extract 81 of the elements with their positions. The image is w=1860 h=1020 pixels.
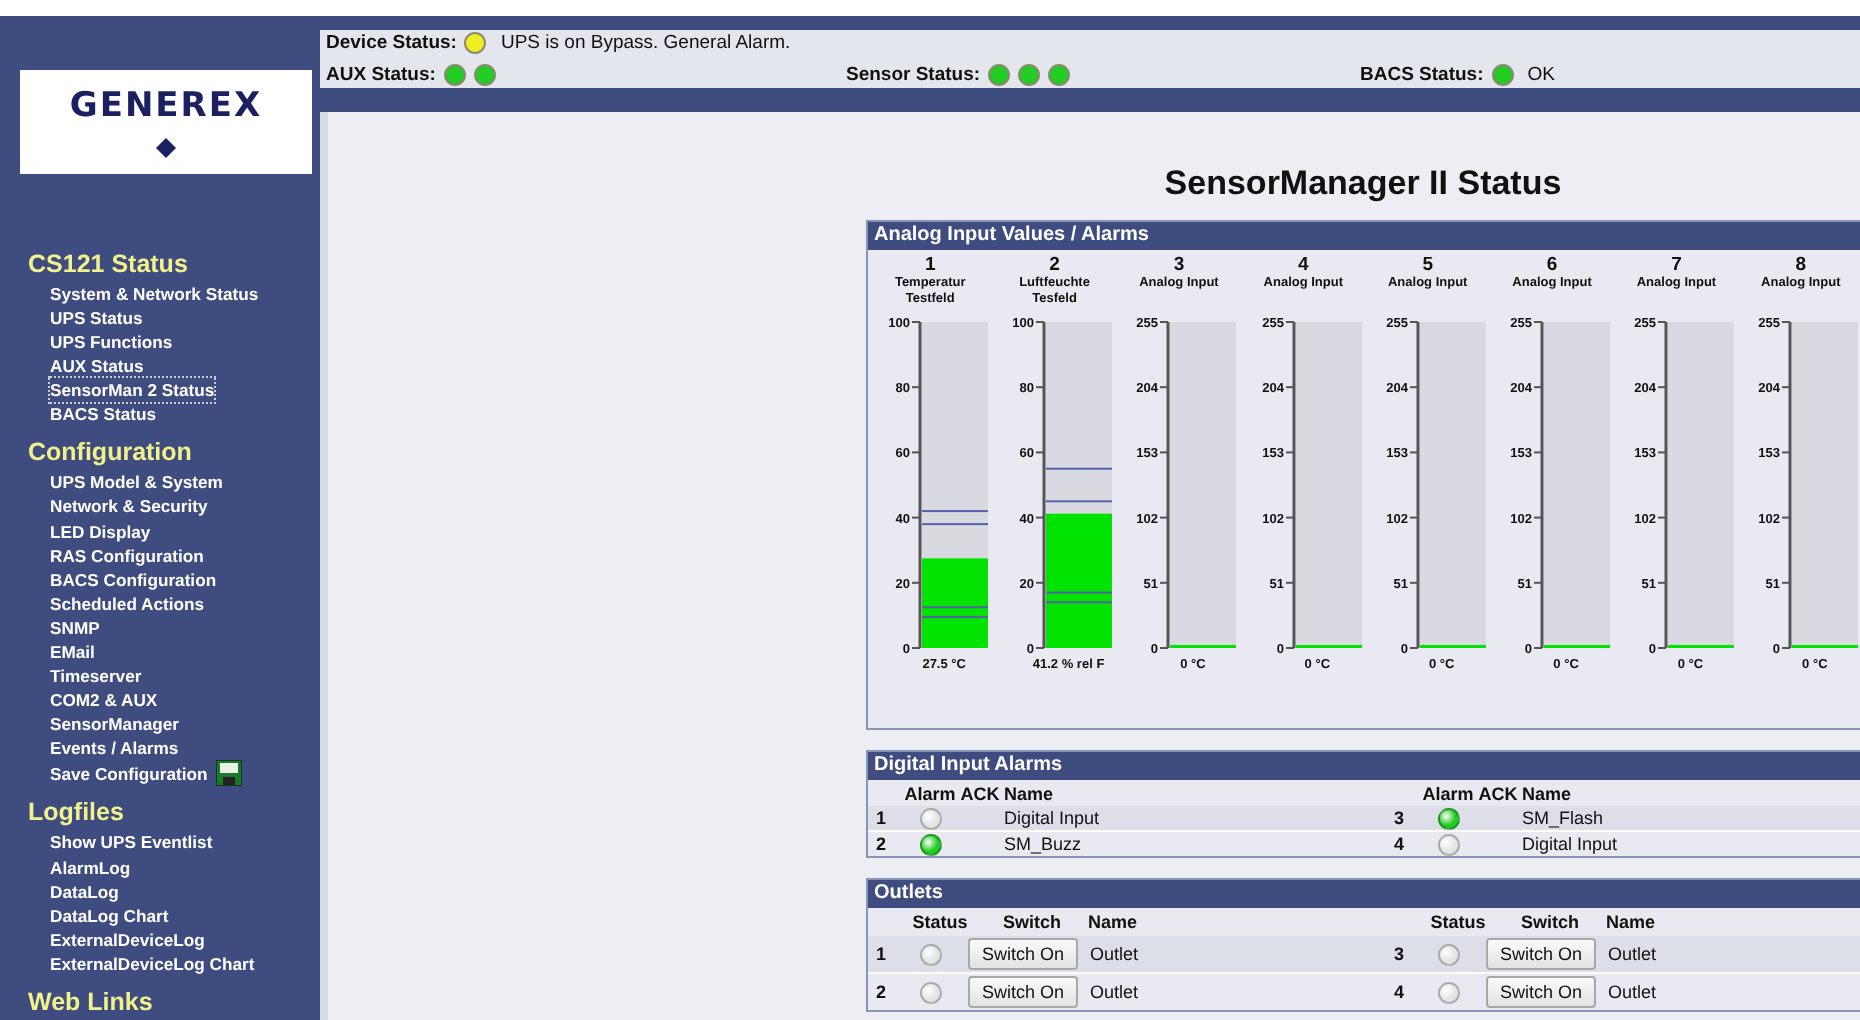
sidebar-heading: Logfiles <box>28 798 124 827</box>
sidebar-link[interactable]: Events / Alarms <box>50 736 179 761</box>
sidebar-link[interactable]: SensorManager <box>50 712 179 737</box>
row-number: 1 <box>874 944 889 964</box>
logo-text: GENEREX <box>69 85 263 126</box>
switch-on-button[interactable]: Switch On <box>968 976 1079 1008</box>
column-header: Name <box>1004 783 1056 803</box>
input-number: 6 <box>1546 254 1558 276</box>
sidebar-link[interactable]: BACS Status <box>50 402 157 427</box>
sidebar-link[interactable]: AUX Status <box>50 354 144 379</box>
input-number: 1 <box>924 254 936 276</box>
input-number: 7 <box>1671 254 1682 276</box>
column-header: Status <box>1428 912 1488 932</box>
input-name: Digital Input <box>1522 834 1620 854</box>
column-header: ACK <box>1476 783 1520 803</box>
switch-on-button[interactable]: Switch On <box>968 938 1079 970</box>
row-number: 2 <box>874 834 889 854</box>
sidebar-link[interactable]: UPS Model & System <box>50 470 223 495</box>
sidebar-link[interactable]: UPS Status <box>50 305 143 330</box>
sidebar-heading: Web Links <box>28 988 153 1016</box>
sidebar-link[interactable]: Timeserver <box>50 664 142 689</box>
column-header: Alarm <box>904 783 956 803</box>
sidebar-link[interactable]: System & Network Status <box>50 281 259 306</box>
sidebar-link[interactable]: LED Display <box>50 519 151 544</box>
outlet-name: Outlet <box>1608 944 1659 964</box>
panel-header: Analog Input Values / Alarms <box>868 222 1860 250</box>
input-name: SM_Flash <box>1522 808 1606 828</box>
input-name: Digital Input <box>1004 808 1102 828</box>
row-number: 1 <box>874 808 889 828</box>
sidebar-heading: CS121 Status <box>28 249 188 278</box>
sidebar-link[interactable]: ExternalDeviceLog Chart <box>50 951 255 976</box>
input-number: 2 <box>1049 254 1060 276</box>
row-number: 2 <box>874 982 889 1002</box>
input-name: SM_Buzz <box>1004 834 1084 854</box>
column-header: Switch <box>1518 912 1581 932</box>
input-number: 4 <box>1298 254 1309 276</box>
column-header: Alarm <box>1422 783 1474 803</box>
input-number: 3 <box>1173 254 1185 276</box>
column-header: Name <box>1522 783 1574 803</box>
sidebar-link[interactable]: SNMP <box>50 615 100 640</box>
status-label: Sensor Status: <box>846 64 981 86</box>
status-label: AUX Status: <box>326 64 436 86</box>
sidebar-link[interactable]: SensorMan 2 Status <box>50 378 215 403</box>
row-number: 3 <box>1392 944 1407 964</box>
column-header: Status <box>910 912 970 932</box>
sidebar-link[interactable]: DataLog Chart <box>50 903 169 928</box>
row-number: 3 <box>1392 808 1407 828</box>
status-label: Device Status: <box>326 32 457 54</box>
sidebar-link[interactable]: EMail <box>50 639 95 665</box>
sidebar-heading: Configuration <box>28 438 192 467</box>
column-header: Switch <box>1000 912 1063 932</box>
sidebar-link[interactable]: Scheduled Actions <box>50 591 205 616</box>
sidebar-link[interactable]: Network & Security <box>50 494 208 519</box>
sidebar-link[interactable]: AlarmLog <box>50 855 131 880</box>
input-number: 8 <box>1795 254 1807 276</box>
status-text: UPS is on Bypass. General Alarm. <box>500 32 791 54</box>
panel-header: Digital Input Alarms <box>868 752 1860 780</box>
sidebar-link[interactable]: Show UPS Eventlist <box>50 830 213 856</box>
sidebar-link[interactable]: DataLog <box>50 879 119 904</box>
status-label: BACS Status: <box>1360 64 1484 86</box>
row-number: 4 <box>1392 982 1407 1002</box>
page-title: SensorManager II Status <box>1162 164 1564 204</box>
panel-header: Outlets <box>868 880 1860 908</box>
sidebar-link[interactable]: Save Configuration <box>50 760 242 787</box>
row-number: 4 <box>1392 834 1407 854</box>
switch-on-button[interactable]: Switch On <box>1486 938 1597 970</box>
column-header: Name <box>1088 912 1140 932</box>
outlet-name: Outlet <box>1090 982 1141 1002</box>
sidebar-link[interactable]: RAS Configuration <box>50 543 204 568</box>
diamond-icon <box>156 137 176 158</box>
sidebar-link[interactable]: BACS Configuration <box>50 567 217 592</box>
sidebar-link[interactable]: UPS Functions <box>50 329 173 355</box>
column-header: ACK <box>958 783 1002 803</box>
sidebar-link[interactable]: COM2 & AUX <box>50 688 158 713</box>
column-header: Name <box>1606 912 1658 932</box>
switch-on-button[interactable]: Switch On <box>1486 976 1597 1008</box>
outlet-name: Outlet <box>1090 944 1141 964</box>
sidebar-link[interactable]: ExternalDeviceLog <box>50 927 205 952</box>
outlet-name: Outlet <box>1608 982 1659 1002</box>
status-text: OK <box>1527 64 1555 86</box>
input-number: 5 <box>1422 254 1433 276</box>
